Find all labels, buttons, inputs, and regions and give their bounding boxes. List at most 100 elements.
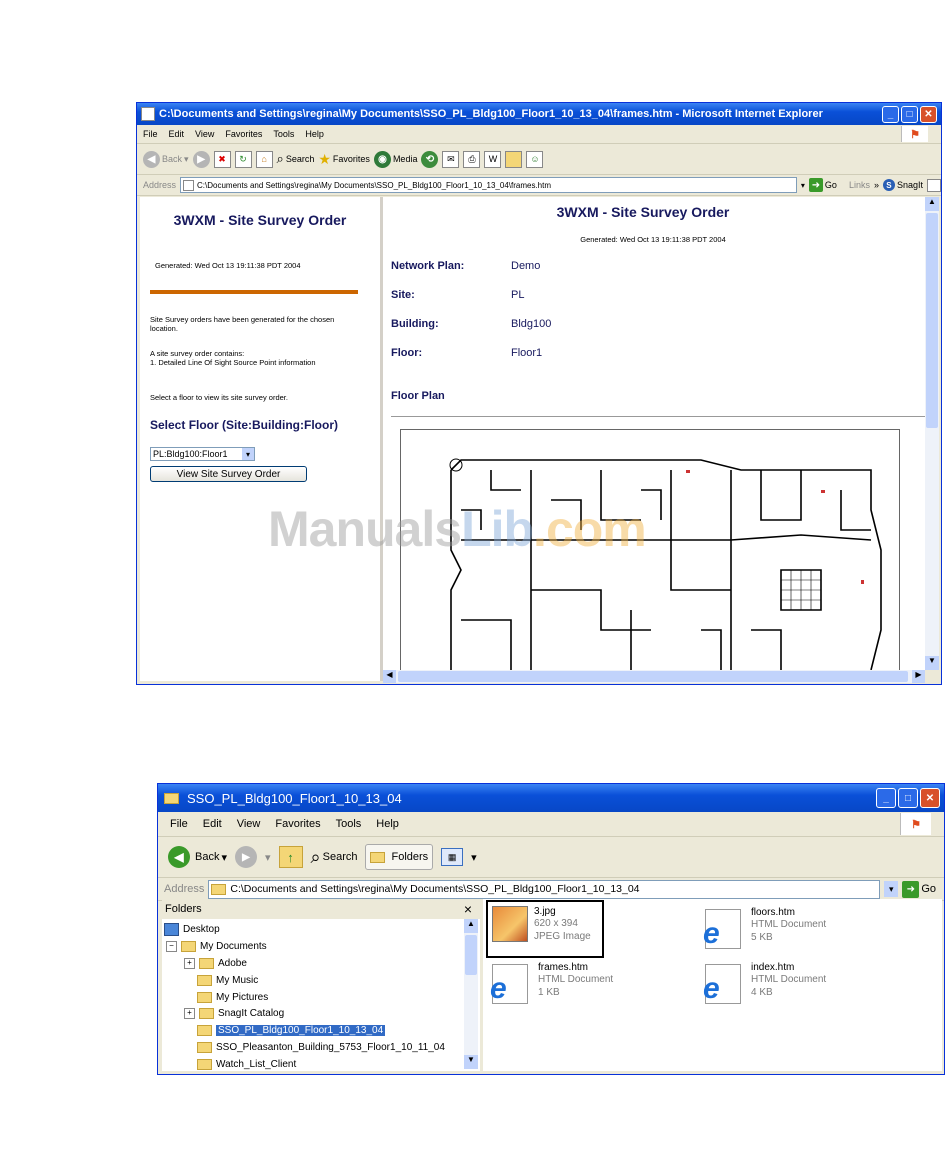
folders-button[interactable]: Folders — [365, 844, 434, 870]
ex-back-icon: ◀ — [168, 846, 190, 868]
ex-forward-dropdown-icon[interactable]: ▾ — [265, 851, 271, 864]
folder-icon — [199, 1007, 214, 1019]
ex-address-dropdown-icon[interactable]: ▾ — [884, 881, 899, 897]
menu-view[interactable]: View — [195, 129, 214, 139]
tree-scroll-down-icon[interactable]: ▼ — [464, 1055, 478, 1069]
history-icon[interactable]: ⟲ — [421, 150, 439, 168]
snagit-capture-icon[interactable] — [927, 178, 941, 192]
expand-icon[interactable]: + — [184, 957, 195, 969]
tree-item-sso-pleasanton[interactable]: SSO_Pleasanton_Building_5753_Floor1_10_1… — [197, 1039, 445, 1055]
scroll-up-icon[interactable]: ▲ — [925, 197, 939, 211]
collapse-icon[interactable]: − — [166, 940, 177, 952]
menu-file[interactable]: File — [143, 129, 158, 139]
scroll-right-icon[interactable]: ▶ — [912, 670, 925, 683]
file-item-3jpg[interactable]: 3.jpg 620 x 394 JPEG Image — [486, 900, 604, 958]
folder-icon — [197, 1041, 212, 1053]
expand-icon[interactable]: + — [184, 1007, 195, 1019]
ex-menu-file[interactable]: File — [170, 818, 188, 830]
explorer-maximize-button[interactable]: □ — [898, 788, 918, 808]
forward-icon[interactable]: ▶ — [192, 150, 210, 168]
ex-menu-view[interactable]: View — [237, 818, 261, 830]
folders-pane-close-icon[interactable]: × — [464, 901, 472, 917]
views-icon[interactable]: ▦ — [441, 848, 464, 866]
right-hscrollbar[interactable]: ◀ ▶ — [383, 670, 925, 683]
ex-address-value: C:\Documents and Settings\regina\My Docu… — [230, 883, 640, 895]
scroll-thumb[interactable] — [926, 213, 938, 428]
media-label: Media — [392, 154, 418, 164]
minimize-button[interactable]: _ — [882, 105, 899, 123]
file-item-floors[interactable]: e floors.htm HTML Document 5 KB — [701, 907, 826, 949]
search-button[interactable]: ⌕ Search — [277, 151, 315, 167]
ex-forward-icon[interactable]: ▶ — [235, 846, 257, 868]
folder-icon — [197, 1058, 212, 1070]
tree-vscrollbar[interactable]: ▲ ▼ — [464, 919, 478, 1069]
close-button[interactable]: ✕ — [920, 105, 937, 123]
views-dropdown-icon[interactable]: ▾ — [471, 851, 477, 864]
ex-menu-edit[interactable]: Edit — [203, 818, 222, 830]
right-vscrollbar[interactable]: ▲ ▼ — [925, 197, 939, 670]
floor-select[interactable]: PL:Bldg100:Floor1 ▾ — [150, 447, 255, 461]
menu-edit[interactable]: Edit — [169, 129, 185, 139]
hscroll-thumb[interactable] — [398, 671, 908, 682]
right-generated: Generated: Wed Oct 13 19:11:38 PDT 2004 — [580, 235, 726, 244]
ex-back-button[interactable]: ◀ Back ▾ — [168, 846, 227, 868]
ex-search-button[interactable]: ⌕ Search — [311, 847, 358, 868]
open-folder-icon — [197, 1024, 212, 1036]
back-button[interactable]: ◀ Back ▾ — [143, 150, 189, 168]
refresh-icon[interactable]: ↻ — [234, 150, 252, 168]
favorites-button[interactable]: ★ Favorites — [318, 151, 370, 168]
ex-menu-favorites[interactable]: Favorites — [275, 818, 320, 830]
tree-item-sso-pl[interactable]: SSO_PL_Bldg100_Floor1_10_13_04 — [197, 1022, 386, 1038]
word-edit-icon[interactable]: W — [484, 150, 502, 168]
tree-item-desktop[interactable]: Desktop — [164, 921, 220, 937]
stop-icon[interactable]: ✖ — [213, 150, 231, 168]
scroll-down-icon[interactable]: ▼ — [925, 656, 939, 670]
watermark-part2: Lib — [461, 501, 534, 557]
ex-menu-tools[interactable]: Tools — [336, 818, 362, 830]
chevron-right-icon[interactable]: » — [874, 180, 879, 190]
snagit-button[interactable]: S SnagIt — [882, 179, 923, 191]
go-button[interactable]: ➜ Go — [808, 178, 837, 192]
up-folder-icon[interactable]: ↑ — [278, 846, 303, 868]
discuss-icon[interactable] — [505, 150, 523, 168]
watermark: ManualsLib.com — [268, 500, 647, 558]
address-dropdown-icon[interactable]: ▾ — [801, 181, 805, 190]
file-type: HTML Document — [751, 974, 827, 985]
tree-scroll-up-icon[interactable]: ▲ — [464, 919, 478, 933]
explorer-close-button[interactable]: ✕ — [920, 788, 940, 808]
maximize-button[interactable]: □ — [901, 105, 918, 123]
tree-item-my-music[interactable]: My Music — [197, 972, 258, 988]
messenger-icon[interactable]: ☺ — [526, 150, 544, 168]
file-item-frames[interactable]: e frames.htm HTML Document 1 KB — [488, 962, 613, 1004]
left-generated: Generated: Wed Oct 13 19:11:38 PDT 2004 — [155, 261, 301, 270]
tree-item-adobe[interactable]: + Adobe — [184, 955, 247, 971]
view-survey-button[interactable]: View Site Survey Order — [150, 466, 307, 482]
ex-address-input[interactable]: C:\Documents and Settings\regina\My Docu… — [208, 879, 881, 899]
mail-icon[interactable]: ✉ — [442, 150, 460, 168]
links-label[interactable]: Links — [849, 180, 870, 190]
ie-titlebar[interactable]: C:\Documents and Settings\regina\My Docu… — [137, 103, 941, 125]
menu-tools[interactable]: Tools — [273, 129, 294, 139]
left-para3: Select a floor to view its site survey o… — [150, 393, 288, 402]
menu-help[interactable]: Help — [305, 129, 324, 139]
tree-item-my-pictures[interactable]: My Pictures — [197, 989, 268, 1005]
menu-favorites[interactable]: Favorites — [225, 129, 262, 139]
tree-scroll-thumb[interactable] — [465, 935, 477, 975]
scroll-left-icon[interactable]: ◀ — [383, 670, 396, 683]
print-icon[interactable]: ⎙ — [463, 150, 481, 168]
go-arrow-icon: ➜ — [808, 178, 823, 192]
tree-item-snagit-catalog[interactable]: + SnagIt Catalog — [184, 1005, 284, 1021]
explorer-titlebar[interactable]: SSO_PL_Bldg100_Floor1_10_13_04 _ □ ✕ — [158, 784, 944, 812]
address-input[interactable]: C:\Documents and Settings\regina\My Docu… — [180, 177, 797, 193]
windows-logo-icon: ⚑ — [901, 126, 928, 142]
ex-menu-help[interactable]: Help — [376, 818, 399, 830]
file-item-index[interactable]: e index.htm HTML Document 4 KB — [701, 962, 826, 1004]
site-value: PL — [511, 289, 525, 301]
ex-go-button[interactable]: ➜ Go — [902, 880, 936, 898]
explorer-minimize-button[interactable]: _ — [876, 788, 896, 808]
right-frame: 3WXM - Site Survey Order Generated: Wed … — [383, 197, 925, 670]
tree-item-watch-list[interactable]: Watch_List_Client — [197, 1056, 296, 1071]
media-button[interactable]: ◉ Media — [373, 150, 418, 168]
home-icon[interactable]: ⌂ — [255, 150, 273, 168]
tree-item-my-documents[interactable]: − My Documents — [166, 938, 267, 954]
